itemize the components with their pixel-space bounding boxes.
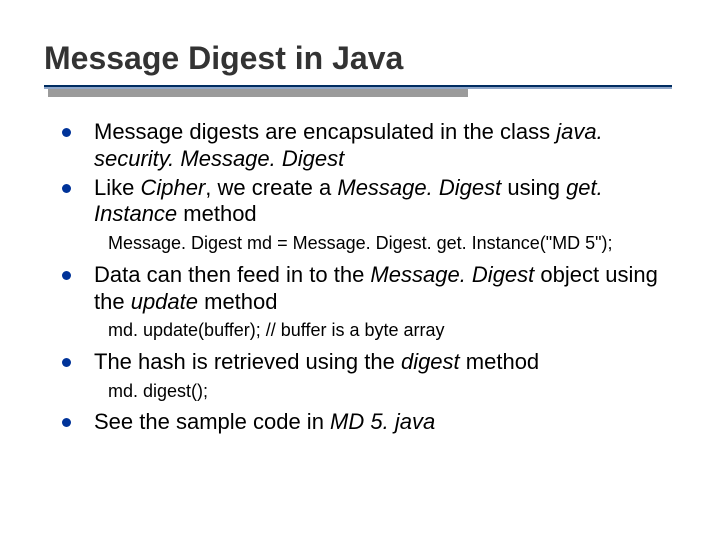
bullet-3-update: update — [131, 289, 198, 314]
code-line-1: Message. Digest md = Message. Digest. ge… — [108, 232, 676, 255]
slide: Message Digest in Java Message digests a… — [0, 0, 720, 540]
bullet-4: The hash is retrieved using the digest m… — [62, 349, 676, 376]
bullet-3: Data can then feed in to the Message. Di… — [62, 262, 676, 316]
bullet-3-t5: method — [198, 289, 278, 314]
bullet-3-t1: Data can then feed in to the — [94, 262, 370, 287]
bullet-2-t5: using — [501, 175, 566, 200]
bullet-2-t3: , we create a — [205, 175, 337, 200]
bullet-2-t1: Like — [94, 175, 140, 200]
bullet-1: Message digests are encapsulated in the … — [62, 119, 676, 173]
bullet-5-md5java: MD 5. java — [330, 409, 435, 434]
bullet-5-t1: See the sample code in — [94, 409, 330, 434]
bullet-4-t1: The hash is retrieved using the — [94, 349, 401, 374]
code-line-2: md. update(buffer); // buffer is a byte … — [108, 319, 676, 342]
bullet-2-t7: method — [177, 201, 257, 226]
bullet-list-4: See the sample code in MD 5. java — [62, 409, 676, 436]
bullet-1-text: Message digests are encapsulated in the … — [94, 119, 556, 144]
bullet-4-digest: digest — [401, 349, 460, 374]
bullet-list: Message digests are encapsulated in the … — [62, 119, 676, 228]
bullet-2: Like Cipher, we create a Message. Digest… — [62, 175, 676, 229]
bullet-2-cipher: Cipher — [140, 175, 205, 200]
bullet-4-t3: method — [460, 349, 540, 374]
bullet-2-md: Message. Digest — [337, 175, 501, 200]
bullet-list-2: Data can then feed in to the Message. Di… — [62, 262, 676, 316]
bullet-list-3: The hash is retrieved using the digest m… — [62, 349, 676, 376]
bullet-3-md: Message. Digest — [370, 262, 534, 287]
slide-title: Message Digest in Java — [44, 40, 676, 77]
bullet-5: See the sample code in MD 5. java — [62, 409, 676, 436]
code-line-3: md. digest(); — [108, 380, 676, 403]
title-rule — [44, 83, 676, 97]
